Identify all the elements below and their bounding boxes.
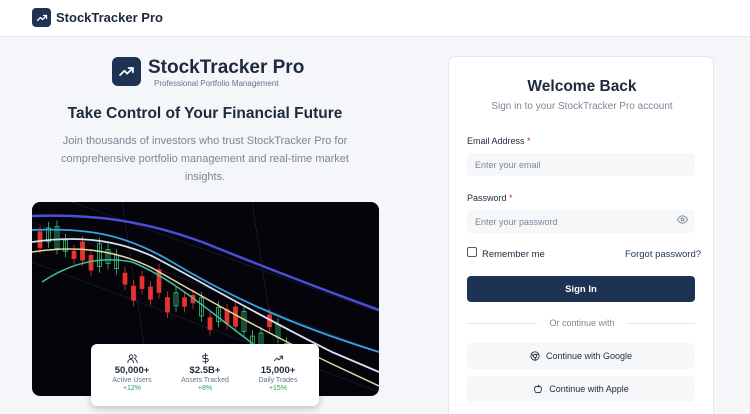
app-title[interactable]: StockTracker Pro — [56, 10, 163, 25]
google-label: Continue with Google — [545, 351, 633, 361]
hero-heading: Take Control of Your Financial Future — [67, 105, 343, 122]
or-continue-with-text: Or continue with — [549, 318, 615, 328]
stat-label: Active Users — [112, 377, 152, 384]
required-marker: * — [527, 136, 531, 146]
remember-me-checkbox[interactable] — [467, 247, 477, 257]
stats-card: 50,000+ Active Users +12% $2.5B+ Assets … — [91, 344, 319, 406]
hero-tagline: Professional Portfolio Management — [154, 79, 279, 88]
stat-change: +12% — [122, 385, 142, 392]
sign-in-label: Sign In — [565, 283, 597, 295]
email-field[interactable] — [467, 153, 695, 176]
password-label: Password * — [467, 193, 513, 203]
stat-label: Daily Trades — [258, 377, 298, 384]
login-subtitle: Sign in to your StockTracker Pro account — [491, 101, 673, 112]
email-label-text: Email Address — [467, 136, 525, 146]
stat-value: 15,000+ — [260, 365, 296, 376]
dollar-icon — [167, 351, 243, 364]
stat-daily-trades: 15,000+ Daily Trades +15% — [240, 351, 316, 392]
hero-description: Join thousands of investors who trust St… — [61, 135, 349, 183]
password-label-text: Password — [467, 193, 507, 203]
stat-label: Assets Tracked — [181, 377, 229, 384]
continue-with-google-button[interactable]: Continue with Google — [467, 343, 695, 369]
login-card: Welcome Back Sign in to your StockTracke… — [448, 56, 714, 414]
users-icon — [94, 351, 170, 364]
remember-me-label[interactable]: Remember me — [482, 249, 545, 260]
trending-up-icon — [240, 351, 316, 363]
email-label: Email Address * — [467, 136, 531, 146]
stat-change: +15% — [268, 385, 288, 392]
top-bar: StockTracker Pro — [0, 0, 750, 37]
login-title: Welcome Back — [527, 78, 637, 95]
forgot-password-link[interactable]: Forgot password? — [625, 249, 701, 260]
stat-change: +8% — [197, 385, 213, 392]
hero-trending-up-icon — [112, 57, 141, 86]
apple-label: Continue with Apple — [549, 384, 629, 394]
stat-value: 50,000+ — [114, 365, 150, 376]
password-field[interactable] — [467, 210, 695, 233]
logo-trending-up-icon[interactable] — [32, 8, 51, 27]
stat-assets-tracked: $2.5B+ Assets Tracked +8% — [167, 351, 243, 392]
apple-icon — [534, 384, 543, 394]
continue-with-apple-button[interactable]: Continue with Apple — [467, 376, 695, 402]
stat-value: $2.5B+ — [189, 365, 221, 376]
hero-brand-name: StockTracker Pro — [148, 57, 305, 78]
chrome-icon — [530, 351, 540, 361]
sign-in-button[interactable]: Sign In — [467, 276, 695, 302]
show-password-eye-icon[interactable] — [677, 212, 688, 230]
required-marker: * — [509, 193, 513, 203]
stat-active-users: 50,000+ Active Users +12% — [94, 351, 170, 392]
